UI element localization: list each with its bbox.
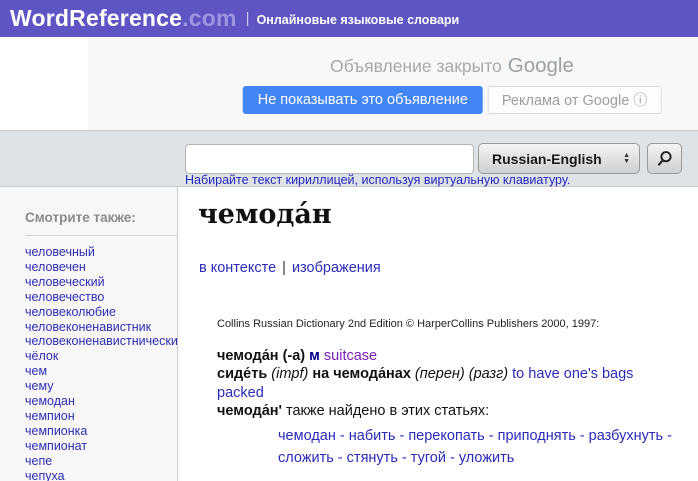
- also-found-line: чемода́н' также найдено в этих статьях:: [217, 403, 489, 419]
- logo-text[interactable]: WordReference: [10, 5, 182, 31]
- ad-buttons-row: Не показывать это объявление Реклама от …: [243, 86, 662, 114]
- link-separator: -: [336, 428, 349, 444]
- dictionary-select[interactable]: Russian-English ▲ ▼: [478, 143, 640, 174]
- link-separator: -: [446, 450, 459, 466]
- select-arrows-icon: ▲ ▼: [623, 153, 639, 165]
- sidebar-word-list: человечныйчеловеченчеловеческийчеловечес…: [25, 245, 175, 481]
- search-button[interactable]: [647, 143, 682, 174]
- site-logo[interactable]: WordReference.com: [10, 5, 237, 32]
- google-wordmark: Google: [508, 54, 574, 77]
- related-articles-links: чемодан - набить - перекопать - приподня…: [278, 425, 680, 469]
- site-tagline: Онлайновые языковые словари: [257, 10, 460, 27]
- entry1-word: чемода́н: [217, 348, 279, 364]
- content-area: Смотрите также: человечныйчеловеченчелов…: [0, 187, 698, 481]
- related-article-link[interactable]: тугой: [411, 450, 446, 466]
- entry2-label1: (перен): [415, 366, 465, 382]
- sidebar-word-link[interactable]: чем: [25, 364, 175, 379]
- link-separator: -: [663, 428, 672, 444]
- link-separator: -: [398, 450, 411, 466]
- dictionary-select-value: Russian-English: [479, 151, 623, 167]
- entry-links-row: в контексте | изображения: [199, 260, 381, 276]
- images-link[interactable]: изображения: [292, 260, 381, 276]
- dismiss-ad-button[interactable]: Не показывать это объявление: [243, 86, 483, 114]
- logo-suffix: .com: [182, 5, 236, 31]
- related-article-link[interactable]: разбухнуть: [589, 428, 663, 444]
- related-article-link[interactable]: перекопать: [408, 428, 484, 444]
- link-separator: -: [576, 428, 589, 444]
- related-article-link[interactable]: чемодан: [278, 428, 336, 444]
- virtual-keyboard-hint-link[interactable]: Набирайте текст кириллицей, используя ви…: [185, 173, 570, 187]
- also-found-word: чемода́н': [217, 403, 282, 419]
- link-separator: -: [334, 450, 347, 466]
- ads-by-google-label: Реклама от Google: [502, 93, 629, 109]
- wordreference-page: WordReference.com | Онлайновые языковые …: [0, 0, 698, 481]
- sidebar-divider: [25, 235, 177, 236]
- dictionary-entry-panel: чемода́н в контексте | изображения Collins…: [178, 187, 698, 481]
- search-icon: [656, 150, 673, 167]
- entry2-word: сиде́ть: [217, 366, 267, 382]
- sidebar-word-link[interactable]: человечен: [25, 260, 175, 275]
- info-icon[interactable]: ⓘ: [633, 92, 647, 108]
- ad-closed-message: Объявление закрыто Google: [330, 54, 574, 78]
- also-found-text: также найдено в этих статьях:: [286, 403, 489, 419]
- sidebar-title: Смотрите также:: [25, 210, 136, 225]
- related-article-link[interactable]: уложить: [459, 450, 514, 466]
- ad-container: Объявление закрыто Google Не показывать э…: [88, 37, 698, 129]
- ad-row: Объявление закрыто Google Не показывать э…: [0, 37, 698, 130]
- entry1-gender: м: [309, 348, 320, 364]
- search-input[interactable]: [185, 144, 474, 174]
- entry2-phrase: на чемода́нах: [312, 366, 411, 382]
- entry1-translation-link[interactable]: suitcase: [324, 348, 377, 364]
- sidebar-word-link[interactable]: чёлок: [25, 349, 175, 364]
- entry2-aspect: (impf): [271, 366, 308, 382]
- related-article-link[interactable]: приподнять: [498, 428, 576, 444]
- arrow-down-icon: ▼: [623, 159, 630, 165]
- sidebar-word-link[interactable]: человеколюбие: [25, 305, 175, 320]
- sidebar-word-link[interactable]: чемпионка: [25, 424, 175, 439]
- site-header: WordReference.com | Онлайновые языковые …: [0, 0, 698, 37]
- dictionary-entries: чемода́н (-а) м suitcase сиде́ть (impf) …: [217, 347, 667, 402]
- dictionary-copyright: Collins Russian Dictionary 2nd Edition ©…: [217, 318, 599, 330]
- sidebar-word-link[interactable]: чепе: [25, 454, 175, 469]
- sidebar-word-link[interactable]: чемодан: [25, 394, 175, 409]
- related-article-link[interactable]: стянуть: [347, 450, 398, 466]
- ad-closed-text: Объявление закрыто: [330, 56, 502, 76]
- search-bar: Russian-English ▲ ▼ Набирайте текст кири…: [0, 130, 698, 187]
- related-article-link[interactable]: набить: [349, 428, 396, 444]
- sidebar: Смотрите также: человечныйчеловеченчелов…: [0, 187, 178, 481]
- link-separator: -: [485, 428, 498, 444]
- sidebar-word-link[interactable]: чепуха: [25, 469, 175, 481]
- link-separator: -: [395, 428, 408, 444]
- sidebar-word-link[interactable]: человечество: [25, 290, 175, 305]
- headword-title: чемода́н: [198, 199, 332, 230]
- entry2-label2: (разг): [469, 366, 508, 382]
- sidebar-word-link[interactable]: чему: [25, 379, 175, 394]
- related-article-link[interactable]: сложить: [278, 450, 334, 466]
- sidebar-word-link[interactable]: чемпионат: [25, 439, 175, 454]
- sidebar-word-link[interactable]: человеконенавистнический: [25, 334, 175, 349]
- sidebar-word-link[interactable]: человеческий: [25, 275, 175, 290]
- entry1-inflection: (-а): [283, 348, 306, 364]
- in-context-link[interactable]: в контексте: [199, 260, 276, 276]
- links-separator: |: [282, 260, 286, 276]
- ads-by-google-button[interactable]: Реклама от Googleⓘ: [488, 86, 661, 114]
- header-separator: |: [246, 10, 250, 27]
- sidebar-word-link[interactable]: человеконенавистник: [25, 320, 175, 335]
- sidebar-word-link[interactable]: чемпион: [25, 409, 175, 424]
- sidebar-word-link[interactable]: человечный: [25, 245, 175, 260]
